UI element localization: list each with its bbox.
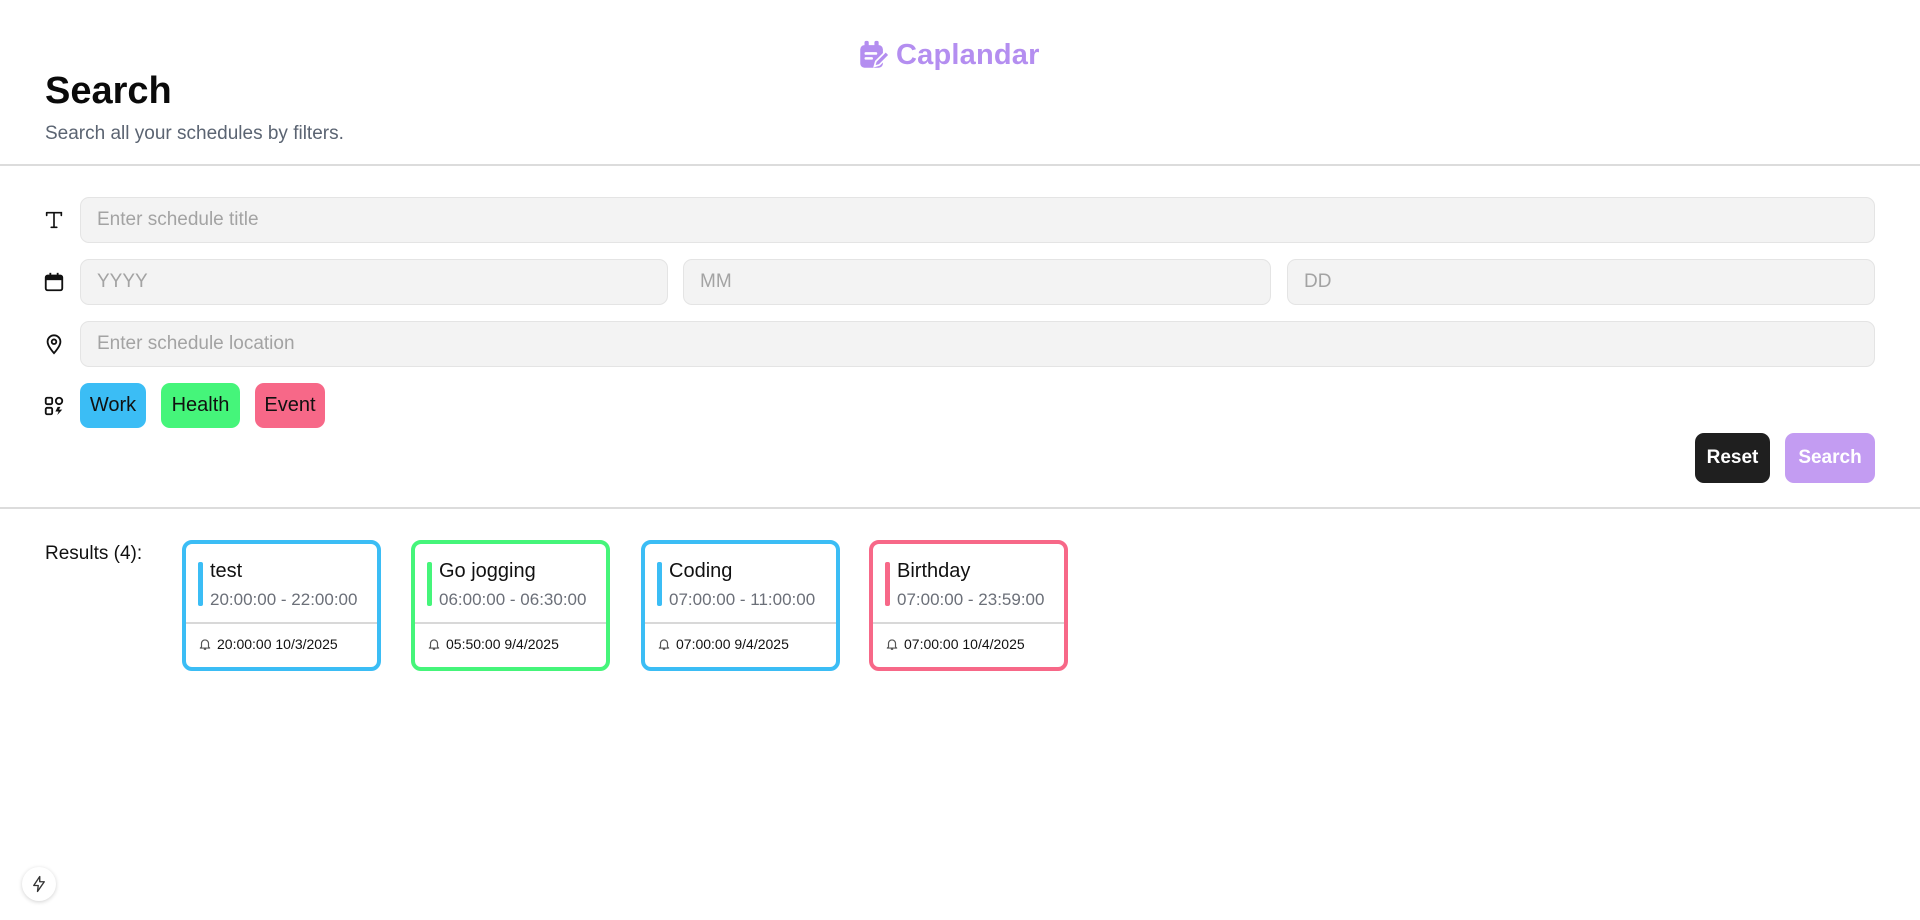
schedule-alarm: 20:00:00 10/3/2025 [198,636,338,652]
reset-button[interactable]: Reset [1695,433,1770,483]
location-filter-row [0,321,1920,367]
schedule-title: test [210,560,243,582]
year-input[interactable] [80,259,668,305]
alarm-datetime: 07:00:00 9/4/2025 [676,636,789,652]
schedule-alarm: 05:50:00 9/4/2025 [427,636,559,652]
lightning-icon [33,875,45,893]
bell-icon [428,639,440,650]
month-input[interactable] [683,259,1271,305]
category-filter-row: Work Health Event [0,383,1920,428]
schedule-time-range: 20:00:00 - 22:00:00 [210,590,358,609]
category-color-bar [885,562,890,606]
card-divider [645,622,836,624]
location-input[interactable] [80,321,1875,367]
location-pin-icon [43,333,65,355]
card-divider [186,622,377,624]
title-input[interactable] [80,197,1875,243]
category-icon [43,395,65,417]
calendar-icon [43,271,65,293]
category-tag-work[interactable]: Work [80,383,146,428]
category-tag-health[interactable]: Health [161,383,240,428]
page-header: Search Search all your schedules by filt… [45,70,344,145]
text-icon [43,209,65,231]
header-divider [0,164,1920,166]
search-button[interactable]: Search [1785,433,1875,483]
schedule-alarm: 07:00:00 9/4/2025 [657,636,789,652]
schedule-title: Coding [669,560,733,582]
day-input[interactable] [1287,259,1875,305]
card-divider [873,622,1064,624]
schedule-card[interactable]: Coding 07:00:00 - 11:00:00 07:00:00 9/4/… [641,540,840,671]
category-color-bar [657,562,662,606]
results-count-label: Results (4): [45,543,143,564]
brand-name: Caplandar [896,38,1040,71]
schedule-time-range: 07:00:00 - 11:00:00 [669,590,816,609]
schedule-time-range: 07:00:00 - 23:59:00 [897,590,1045,609]
schedule-title: Go jogging [439,560,536,582]
date-filter-row [0,259,1920,305]
alarm-datetime: 05:50:00 9/4/2025 [446,636,559,652]
calendar-edit-icon [856,38,890,72]
brand-logo[interactable]: Caplandar [856,38,1040,72]
card-divider [415,622,606,624]
schedule-alarm: 07:00:00 10/4/2025 [885,636,1025,652]
title-filter-row [0,197,1920,243]
alarm-datetime: 20:00:00 10/3/2025 [217,636,338,652]
schedule-card[interactable]: test 20:00:00 - 22:00:00 20:00:00 10/3/2… [182,540,381,671]
category-color-bar [427,562,432,606]
bell-icon [658,639,670,650]
category-tag-event[interactable]: Event [255,383,325,428]
bell-icon [199,639,211,650]
page-subtitle: Search all your schedules by filters. [45,123,344,144]
alarm-datetime: 07:00:00 10/4/2025 [904,636,1025,652]
floating-action-button[interactable] [22,867,56,901]
schedule-title: Birthday [897,560,971,582]
results-divider [0,507,1920,509]
schedule-card[interactable]: Go jogging 06:00:00 - 06:30:00 05:50:00 … [411,540,610,671]
category-color-bar [198,562,203,606]
schedule-card[interactable]: Birthday 07:00:00 - 23:59:00 07:00:00 10… [869,540,1068,671]
page-title: Search [45,70,172,112]
schedule-time-range: 06:00:00 - 06:30:00 [439,590,587,609]
bell-icon [886,639,898,650]
